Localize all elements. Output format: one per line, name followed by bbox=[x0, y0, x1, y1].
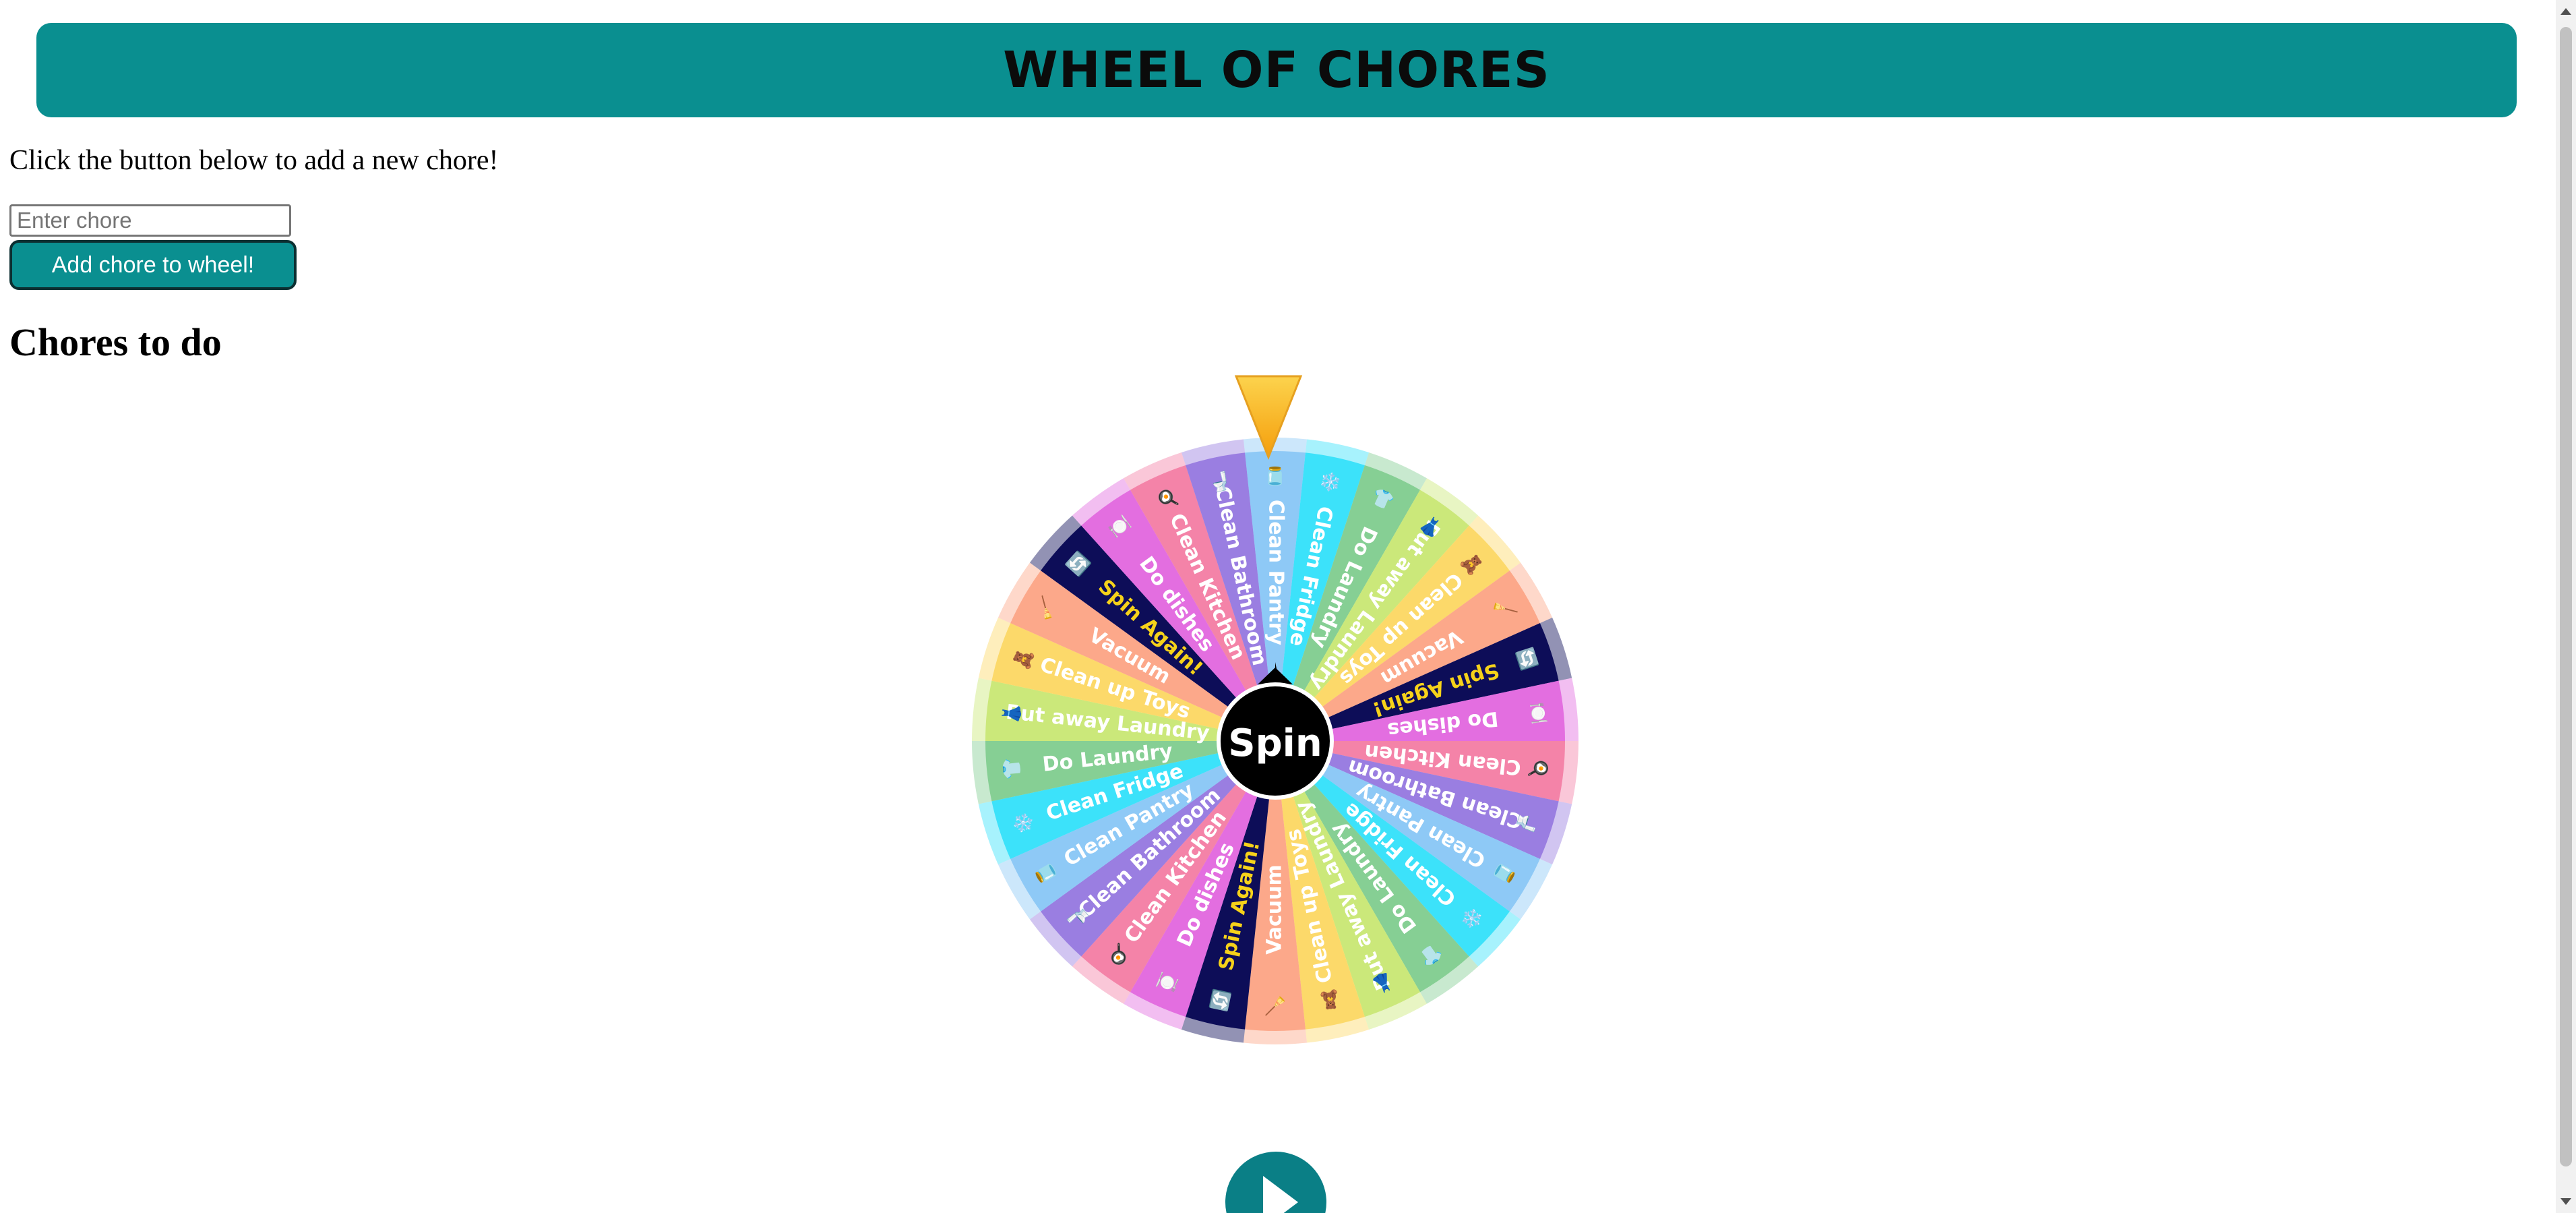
chore-wheel[interactable]: Clean Pantry🫙Clean Fridge❄️Do Laundry👕Pu… bbox=[950, 371, 1631, 1052]
vacuum-icon: 🧹 bbox=[1264, 996, 1286, 1016]
laundry-icon: 👕 bbox=[1002, 757, 1023, 780]
jar-icon: 🫙 bbox=[1264, 466, 1286, 486]
page-title: WHEEL OF CHORES bbox=[1003, 41, 1550, 99]
intro-text: Click the button below to add a new chor… bbox=[9, 145, 499, 176]
scroll-down-icon[interactable] bbox=[2560, 1198, 2571, 1205]
spin-label[interactable]: Spin bbox=[1228, 721, 1322, 765]
stove-icon: 🍳 bbox=[1527, 757, 1550, 780]
shirt-icon: 👗 bbox=[1001, 701, 1023, 725]
chore-input[interactable] bbox=[9, 204, 291, 237]
play-button[interactable] bbox=[1225, 1152, 1326, 1213]
vertical-scrollbar[interactable] bbox=[2556, 0, 2576, 1213]
scroll-up-icon[interactable] bbox=[2560, 8, 2571, 15]
header-banner: WHEEL OF CHORES bbox=[36, 23, 2517, 117]
chores-heading: Chores to do bbox=[9, 320, 222, 364]
plate-icon: 🍽️ bbox=[1527, 701, 1549, 725]
wheel-segment-label: Clean Pantry bbox=[1264, 500, 1288, 646]
play-icon bbox=[1263, 1176, 1298, 1213]
wheel-segment-label: Vacuum bbox=[1263, 864, 1287, 955]
page: WHEEL OF CHORES Click the button below t… bbox=[0, 0, 2576, 1213]
scroll-thumb[interactable] bbox=[2560, 27, 2572, 1166]
add-chore-button[interactable]: Add chore to wheel! bbox=[9, 240, 297, 290]
